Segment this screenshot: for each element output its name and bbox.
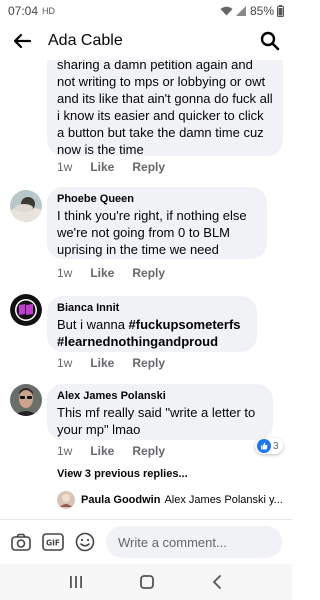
search-icon[interactable]	[260, 31, 280, 51]
emoji-button[interactable]	[74, 531, 96, 553]
comment-text: This mf really said "write a letter to y…	[57, 405, 256, 437]
reply-author: Paula Goodwin	[81, 494, 161, 506]
like-reaction-icon	[257, 439, 271, 453]
comment-actions: 1w Like Reply	[57, 160, 165, 174]
battery-percent: 85%	[249, 4, 274, 18]
comment-bubble: Phoebe Queen I think you're right, if no…	[47, 187, 267, 259]
comment-timestamp: 1w	[57, 444, 73, 458]
comment-author[interactable]: Phoebe Queen	[57, 193, 257, 205]
antifa-flag-icon	[10, 294, 42, 326]
avatar[interactable]	[10, 294, 42, 326]
wifi-icon	[220, 6, 233, 16]
comment-timestamp: 1w	[57, 160, 73, 174]
comment-input[interactable]: Write a comment...	[106, 526, 282, 558]
comment-text: sharing a damn petition again and not wr…	[57, 60, 273, 157]
comments-list[interactable]: sharing a damn petition again and not wr…	[0, 60, 292, 519]
comment-text: I think you're right, if nothing else we…	[57, 208, 247, 257]
comment-author[interactable]: Alex James Polanski	[57, 390, 263, 402]
emoji-icon	[75, 532, 95, 552]
page-title: Ada Cable	[48, 32, 123, 49]
hashtag-link[interactable]: #fuckupsometerfs	[129, 317, 241, 332]
reply-preview-text: Alex James Polanski y...	[164, 494, 283, 506]
comment-text: But i wanna #fuckupsometerfs #learnednot…	[57, 316, 247, 350]
comment-actions: 1w Like Reply	[57, 444, 165, 458]
reply-button[interactable]: Reply	[132, 266, 165, 280]
carrier-indicator: HD	[42, 6, 56, 16]
status-bar: 07:04 HD 85%	[0, 0, 292, 22]
back-arrow-icon[interactable]	[12, 31, 32, 51]
view-previous-replies-link[interactable]: View 3 previous replies...	[57, 468, 188, 480]
avatar[interactable]	[10, 384, 42, 416]
like-button[interactable]: Like	[90, 356, 114, 370]
comment-timestamp: 1w	[57, 266, 73, 280]
svg-text:GIF: GIF	[46, 539, 60, 548]
avatar	[57, 491, 75, 509]
system-nav-bar	[0, 564, 292, 600]
reply-button[interactable]: Reply	[132, 160, 165, 174]
battery-icon	[277, 5, 284, 17]
reply-button[interactable]: Reply	[132, 444, 165, 458]
gif-icon: GIF	[42, 533, 64, 551]
comment-input-placeholder: Write a comment...	[118, 534, 227, 550]
avatar[interactable]	[10, 190, 42, 222]
reaction-number: 3	[273, 440, 279, 452]
avatar-image	[10, 384, 42, 416]
comment-composer: GIF Write a comment...	[0, 519, 292, 564]
camera-icon	[11, 533, 31, 551]
camera-button[interactable]	[10, 531, 32, 553]
like-button[interactable]: Like	[90, 266, 114, 280]
reaction-count[interactable]: 3	[255, 438, 283, 454]
like-button[interactable]: Like	[90, 160, 114, 174]
recent-apps-icon[interactable]	[68, 575, 84, 589]
avatar-image	[10, 190, 42, 222]
back-icon[interactable]	[210, 574, 224, 590]
comment-author[interactable]: Bianca Innit	[57, 302, 247, 314]
status-time: 07:04	[8, 4, 39, 18]
hashtag-link[interactable]: #learnednothingandproud	[57, 334, 218, 349]
comment-bubble: sharing a damn petition again and not wr…	[47, 60, 283, 157]
comment-bubble: Bianca Innit But i wanna #fuckupsometerf…	[47, 296, 257, 352]
reply-preview[interactable]: Paula Goodwin Alex James Polanski y...	[57, 491, 283, 509]
gif-button[interactable]: GIF	[42, 531, 64, 553]
home-icon[interactable]	[139, 574, 155, 590]
comment-actions: 1w Like Reply	[57, 266, 165, 280]
like-button[interactable]: Like	[90, 444, 114, 458]
comment-actions: 1w Like Reply	[57, 356, 165, 370]
comment-bubble: Alex James Polanski This mf really said …	[47, 384, 273, 440]
signal-icon	[235, 6, 246, 16]
comment-text-prefix: But i wanna	[57, 317, 129, 332]
app-header: Ada Cable	[0, 22, 292, 60]
comment-timestamp: 1w	[57, 356, 73, 370]
reply-button[interactable]: Reply	[132, 356, 165, 370]
